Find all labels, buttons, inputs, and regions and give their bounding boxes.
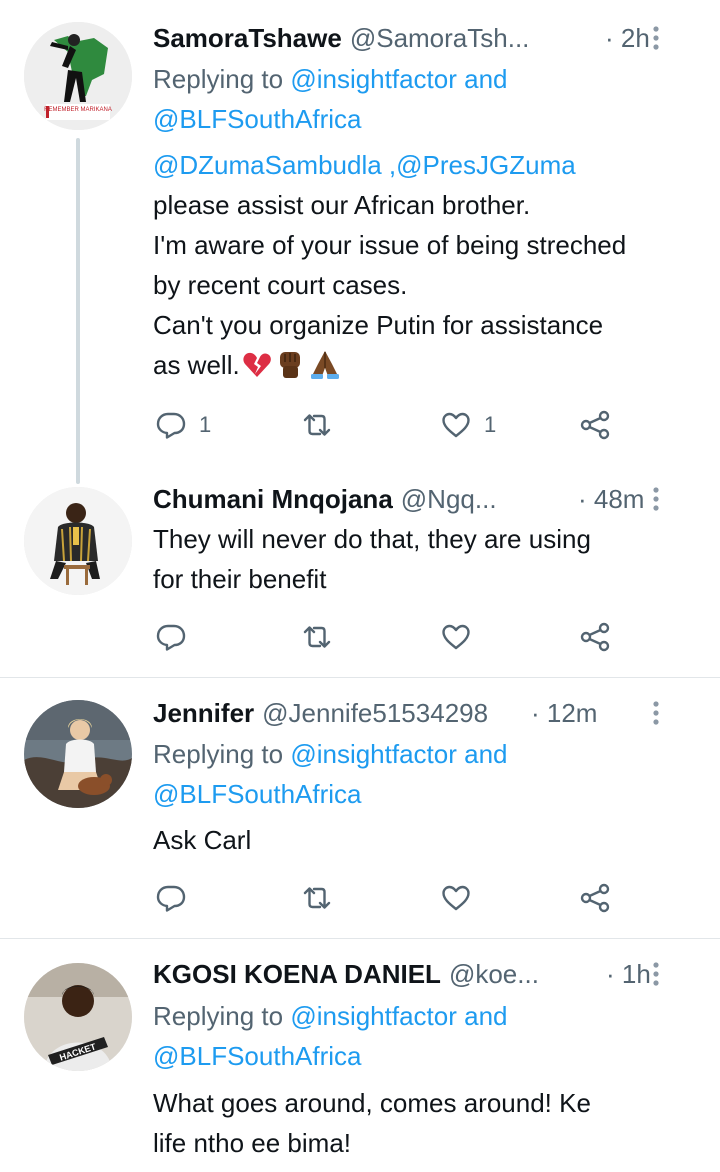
retweet-icon[interactable] — [301, 621, 333, 653]
more-options-icon[interactable] — [644, 699, 668, 727]
display-name[interactable]: Jennifer — [153, 698, 254, 729]
more-options-icon[interactable] — [644, 485, 668, 513]
more-options-icon[interactable] — [644, 24, 668, 52]
reply-count: 1 — [199, 412, 212, 437]
replying-label: Replying to — [153, 64, 284, 94]
tweet-body-last-line: as well. — [153, 345, 342, 391]
replying-users[interactable]: @insightfactor and — [290, 64, 507, 94]
share-button[interactable] — [579, 878, 611, 918]
like-icon[interactable] — [440, 621, 472, 653]
tweet-body-line: by recent court cases. — [153, 270, 408, 300]
tweet-header: Jennifer @Jennife51534298 · 12m — [153, 693, 696, 733]
tweet-body-mentions[interactable]: @DZumaSambudla ,@PresJGZuma — [153, 145, 576, 185]
share-icon[interactable] — [579, 409, 611, 441]
tweet-header: KGOSI KOENA DANIEL @koe... · 1h — [153, 954, 696, 994]
reply-button[interactable]: 1 — [155, 405, 211, 445]
reply-feed: REMEMBER MARIKANA SamoraTshawe @SamoraTs… — [0, 0, 720, 1172]
replying-user-2[interactable]: @BLFSouthAfrica — [153, 774, 361, 814]
avatar[interactable] — [24, 700, 132, 808]
display-name[interactable]: SamoraTshawe — [153, 23, 342, 54]
like-icon[interactable] — [440, 409, 472, 441]
replying-to: Replying to @insightfactor and — [153, 59, 508, 99]
tweet-body-line: What goes around, comes around! Ke — [153, 1088, 591, 1118]
more-options-icon[interactable] — [644, 960, 668, 988]
replying-label: Replying to — [153, 1001, 284, 1031]
replying-users[interactable]: @insightfactor and — [290, 739, 507, 769]
tweet-body-line: life ntho ee bima! — [153, 1128, 352, 1158]
like-button[interactable] — [440, 878, 472, 918]
tweet-body-line: as well. — [153, 350, 240, 380]
user-handle[interactable]: @Ngq... — [401, 484, 497, 515]
reply-icon[interactable] — [155, 409, 187, 441]
tweet-body-line: please assist our African brother. — [153, 190, 531, 220]
display-name[interactable]: Chumani Mnqojana — [153, 484, 393, 515]
replying-to: Replying to @insightfactor and — [153, 734, 508, 774]
tweet-samora[interactable]: REMEMBER MARIKANA SamoraTshawe @SamoraTs… — [0, 0, 720, 484]
retweet-icon[interactable] — [301, 882, 333, 914]
replying-user-2[interactable]: @BLFSouthAfrica — [153, 1036, 361, 1076]
retweet-button[interactable] — [301, 405, 333, 445]
tweet-jennifer[interactable]: Jennifer @Jennife51534298 · 12m Replying… — [0, 678, 720, 938]
like-button[interactable] — [440, 617, 472, 657]
broken-heart-icon — [242, 350, 272, 391]
tweet-actions — [153, 878, 633, 918]
user-handle[interactable]: @Jennife51534298 — [262, 698, 488, 729]
tweet-body-line: They will never do that, they are using — [153, 524, 591, 554]
tweet-kgosi[interactable]: HACKET KGOSI KOENA DANIEL @koe... · 1h R… — [0, 939, 720, 1172]
tweet-header: Chumani Mnqojana @Ngq... · 48m — [153, 479, 696, 519]
replying-to: Replying to @insightfactor and — [153, 996, 508, 1036]
share-icon[interactable] — [579, 621, 611, 653]
like-count: 1 — [484, 412, 497, 437]
reply-button[interactable] — [155, 878, 187, 918]
timestamp[interactable]: · 48m — [578, 484, 644, 515]
user-handle[interactable]: @koe... — [449, 959, 539, 990]
replying-users[interactable]: @insightfactor and — [290, 1001, 507, 1031]
avatar[interactable]: HACKET — [24, 963, 132, 1071]
display-name[interactable]: KGOSI KOENA DANIEL — [153, 959, 441, 990]
tweet-body-line: Ask Carl — [153, 825, 252, 855]
thread-line — [76, 138, 80, 484]
replying-user-2[interactable]: @BLFSouthAfrica — [153, 99, 361, 139]
share-button[interactable] — [579, 405, 611, 445]
folded-hands-icon — [308, 348, 342, 391]
retweet-button[interactable] — [301, 878, 333, 918]
reply-button[interactable] — [155, 617, 187, 657]
retweet-icon[interactable] — [301, 409, 333, 441]
avatar[interactable] — [24, 487, 132, 595]
share-button[interactable] — [579, 617, 611, 657]
tweet-body-line: for their benefit — [153, 564, 327, 594]
avatar-caption: REMEMBER MARIKANA — [44, 107, 112, 113]
tweet-body-line: I'm aware of your issue of being streche… — [153, 230, 627, 260]
tweet-body-line: Can't you organize Putin for assistance — [153, 310, 604, 340]
tweet-chumani[interactable]: Chumani Mnqojana @Ngq... · 48m They will… — [0, 471, 720, 677]
tweet-actions — [153, 617, 633, 657]
tweet-header: SamoraTshawe @SamoraTsh... · 2h — [153, 18, 696, 58]
like-icon[interactable] — [440, 882, 472, 914]
user-handle[interactable]: @SamoraTsh... — [350, 23, 530, 54]
retweet-button[interactable] — [301, 617, 333, 657]
timestamp[interactable]: · 12m — [531, 698, 597, 729]
like-button[interactable]: 1 — [440, 405, 496, 445]
share-icon[interactable] — [579, 882, 611, 914]
reply-icon[interactable] — [155, 621, 187, 653]
avatar[interactable]: REMEMBER MARIKANA — [24, 22, 132, 130]
tweet-actions: 1 1 — [153, 405, 633, 445]
raised-fist-icon — [274, 348, 306, 391]
replying-label: Replying to — [153, 739, 284, 769]
reply-icon[interactable] — [155, 882, 187, 914]
